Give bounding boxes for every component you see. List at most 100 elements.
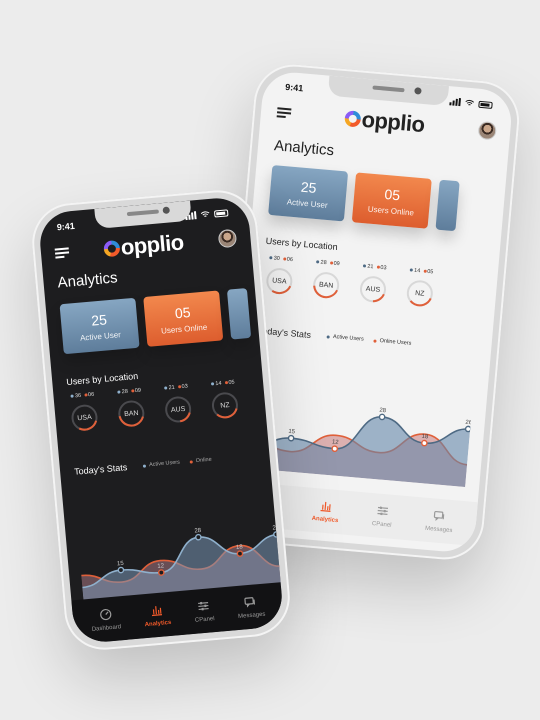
legend-active: Active Users — [326, 333, 364, 343]
data-point[interactable] — [464, 425, 472, 433]
stats-title: Today's Stats — [73, 462, 128, 477]
location-item[interactable]: 14 05 NZ — [204, 379, 245, 421]
active-count: 28 — [121, 388, 129, 396]
active-user-card[interactable]: 25 Active User — [268, 165, 349, 222]
tab-label: Analytics — [311, 515, 339, 524]
location-ring: NZ — [210, 390, 240, 420]
mockup-stage: 9:41 opplio Analytics 25 Active User 05 … — [0, 0, 540, 720]
data-label: 15 — [117, 561, 125, 568]
avatar[interactable] — [477, 120, 497, 141]
tab-messages[interactable]: Messages — [236, 594, 266, 620]
tab-analytics[interactable]: Analytics — [311, 498, 340, 524]
bar-chart-icon — [320, 499, 333, 514]
data-label: 18 — [236, 544, 244, 551]
tab-dashboard[interactable]: Dashboard — [90, 607, 121, 632]
status-time: 9:41 — [56, 220, 76, 233]
location-item[interactable]: 14 05 NZ — [400, 267, 441, 309]
tab-analytics[interactable]: Analytics — [143, 602, 172, 628]
signal-icon — [449, 97, 461, 107]
active-count: 30 — [273, 255, 281, 263]
wifi-icon — [465, 99, 475, 106]
tab-cpanel[interactable]: CPanel — [193, 599, 215, 624]
location-item[interactable]: 36 06 USA — [63, 391, 104, 433]
location-ring: AUS — [358, 274, 388, 304]
dark-phone-screen: 9:41 opplio Analytics 25 Active User 05 … — [37, 195, 285, 645]
location-item[interactable]: 28 09 BAN — [306, 259, 347, 301]
tab-label: CPanel — [371, 520, 392, 529]
data-point[interactable] — [117, 566, 125, 574]
data-point[interactable] — [331, 445, 339, 453]
avatar[interactable] — [217, 228, 238, 249]
location-ring: NZ — [405, 278, 435, 308]
data-label: 26 — [272, 525, 280, 532]
online-count: 05 — [228, 379, 235, 386]
menu-icon[interactable] — [54, 247, 70, 259]
messages-icon — [244, 595, 257, 610]
location-item[interactable]: 21 03 AUS — [353, 263, 394, 305]
online-count: 03 — [181, 383, 189, 391]
active-count: 21 — [168, 384, 175, 392]
page-title: Analytics — [273, 137, 335, 160]
next-card-partial[interactable] — [435, 179, 460, 232]
data-label: 15 — [288, 429, 296, 436]
tab-label: Analytics — [144, 619, 172, 628]
sliders-icon — [197, 599, 210, 614]
location-title: Users by Location — [65, 370, 139, 388]
users-online-card[interactable]: 05 Users Online — [351, 172, 432, 229]
tab-label: Messages — [424, 525, 453, 534]
battery-icon — [213, 208, 229, 218]
legend-online: Online — [189, 457, 212, 465]
dashboard-icon — [99, 608, 112, 623]
brand-logo: opplio — [344, 105, 426, 138]
online-count: 06 — [87, 391, 95, 399]
data-label: 12 — [332, 439, 340, 446]
active-count: 28 — [320, 259, 327, 267]
location-title: Users by Location — [265, 235, 339, 252]
brand-logo: opplio — [103, 229, 185, 262]
tab-label: CPanel — [194, 615, 215, 624]
battery-icon — [478, 100, 493, 109]
online-count: 03 — [380, 264, 387, 272]
dark-phone-mockup: 9:41 opplio Analytics 25 Active User 05 … — [28, 187, 294, 653]
bar-chart-icon — [150, 603, 163, 618]
online-count: 06 — [286, 256, 294, 264]
online-count: 05 — [426, 268, 434, 276]
data-label: 28 — [379, 408, 387, 415]
data-point[interactable] — [421, 439, 428, 447]
active-count: 36 — [74, 392, 82, 400]
wifi-icon — [200, 211, 210, 217]
location-ring: USA — [264, 266, 294, 296]
active-count: 21 — [367, 263, 374, 271]
active-count: 14 — [413, 267, 421, 275]
location-item[interactable]: 28 09 BAN — [110, 387, 151, 429]
menu-icon[interactable] — [276, 107, 292, 118]
legend-online: Online Users — [373, 338, 412, 347]
data-point[interactable] — [287, 434, 295, 442]
tab-label: Dashboard — [91, 623, 122, 633]
data-label: 18 — [421, 434, 429, 441]
signal-icon — [185, 211, 197, 221]
sliders-icon — [376, 504, 389, 519]
online-count: 09 — [333, 260, 340, 268]
data-label: 12 — [157, 563, 165, 570]
data-point[interactable] — [273, 531, 280, 538]
data-label: 28 — [194, 528, 202, 535]
data-point[interactable] — [157, 569, 165, 576]
location-item[interactable]: 21 03 AUS — [157, 383, 198, 425]
status-time: 9:41 — [284, 81, 304, 94]
data-label: 26 — [465, 420, 473, 427]
page-title: Analytics — [56, 269, 119, 292]
next-card-partial[interactable] — [226, 288, 252, 340]
tab-cpanel[interactable]: CPanel — [371, 504, 394, 529]
users-online-card[interactable]: 05 Users Online — [143, 290, 224, 347]
data-point[interactable] — [236, 550, 244, 557]
location-list: 30 06 USA 28 09 BAN 21 03 AUS 14 05 NZ — [259, 255, 441, 309]
active-count: 14 — [215, 380, 222, 388]
location-ring: BAN — [116, 398, 146, 428]
location-item[interactable]: 30 06 USA — [259, 255, 300, 297]
active-user-card[interactable]: 25 Active User — [59, 297, 140, 355]
location-ring: BAN — [311, 270, 341, 300]
data-point[interactable] — [378, 413, 386, 421]
tab-messages[interactable]: Messages — [424, 508, 454, 534]
data-point[interactable] — [195, 533, 202, 541]
